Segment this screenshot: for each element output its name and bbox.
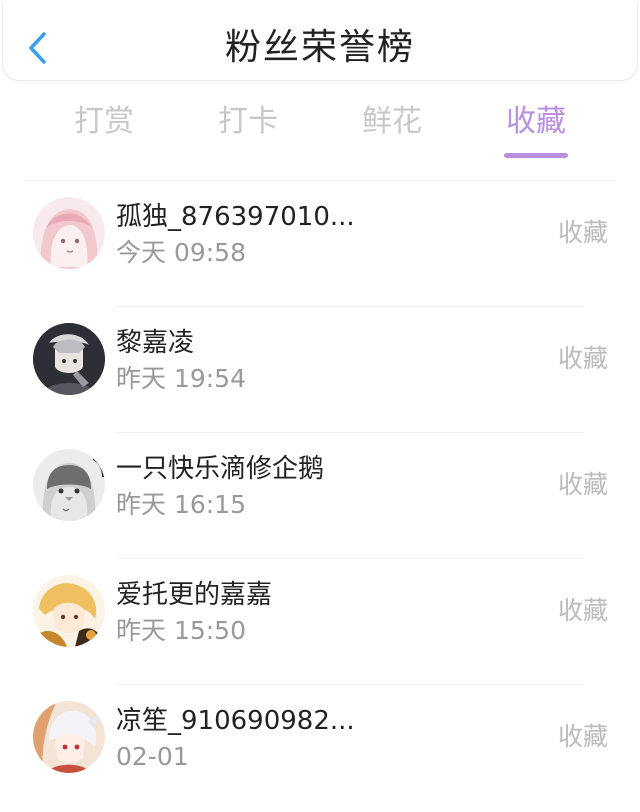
penguin-avatar[interactable] bbox=[33, 449, 105, 521]
fan-list: 孤独_876397010... 今天 09:58 收藏 黎嘉凌 昨天 19:54… bbox=[0, 181, 640, 811]
favorite-label: 收藏 bbox=[557, 218, 608, 247]
user-name: 一只快乐滴修企鹅 bbox=[116, 454, 325, 484]
tab-flowers[interactable]: 鲜花 bbox=[352, 100, 432, 144]
list-item[interactable]: 黎嘉凌 昨天 19:54 收藏 bbox=[0, 307, 640, 433]
list-item[interactable]: 凉笙_910690982... 02-01 收藏 bbox=[0, 685, 640, 811]
user-name: 孤独_876397010... bbox=[116, 202, 355, 232]
user-name: 黎嘉凌 bbox=[116, 328, 195, 358]
timestamp: 昨天 16:15 bbox=[116, 490, 246, 519]
white-hair-anime-avatar[interactable] bbox=[33, 701, 105, 773]
favorite-label: 收藏 bbox=[557, 470, 608, 499]
favorite-label: 收藏 bbox=[557, 722, 608, 751]
timestamp: 02-01 bbox=[116, 742, 189, 771]
active-tab-indicator bbox=[504, 153, 568, 158]
tab-reward[interactable]: 打赏 bbox=[64, 100, 144, 144]
blonde-anime-avatar[interactable] bbox=[33, 575, 105, 647]
list-item[interactable]: 孤独_876397010... 今天 09:58 收藏 bbox=[0, 181, 640, 307]
timestamp: 昨天 15:50 bbox=[116, 616, 246, 645]
page-title: 粉丝荣誉榜 bbox=[224, 27, 415, 68]
list-item[interactable]: 一只快乐滴修企鹅 昨天 16:15 收藏 bbox=[0, 433, 640, 559]
list-item[interactable]: 爱托更的嘉嘉 昨天 15:50 收藏 bbox=[0, 559, 640, 685]
user-name: 爱托更的嘉嘉 bbox=[116, 580, 273, 610]
tab-favorites[interactable]: 收藏 bbox=[496, 100, 576, 144]
anime-girl-avatar[interactable] bbox=[33, 197, 105, 269]
timestamp: 今天 09:58 bbox=[116, 238, 246, 267]
tab-bar: 打赏 打卡 鲜花 收藏 bbox=[0, 92, 640, 162]
page: 粉丝荣誉榜 打赏 打卡 鲜花 收藏 孤独_876397010... 今天 09:… bbox=[0, 0, 640, 812]
timestamp: 昨天 19:54 bbox=[116, 364, 246, 393]
favorite-label: 收藏 bbox=[557, 344, 608, 373]
favorite-label: 收藏 bbox=[557, 596, 608, 625]
dark-anime-avatar[interactable] bbox=[33, 323, 105, 395]
header-bar: 粉丝荣誉榜 bbox=[2, 2, 638, 81]
tab-checkin[interactable]: 打卡 bbox=[208, 100, 288, 144]
user-name: 凉笙_910690982... bbox=[116, 706, 355, 736]
